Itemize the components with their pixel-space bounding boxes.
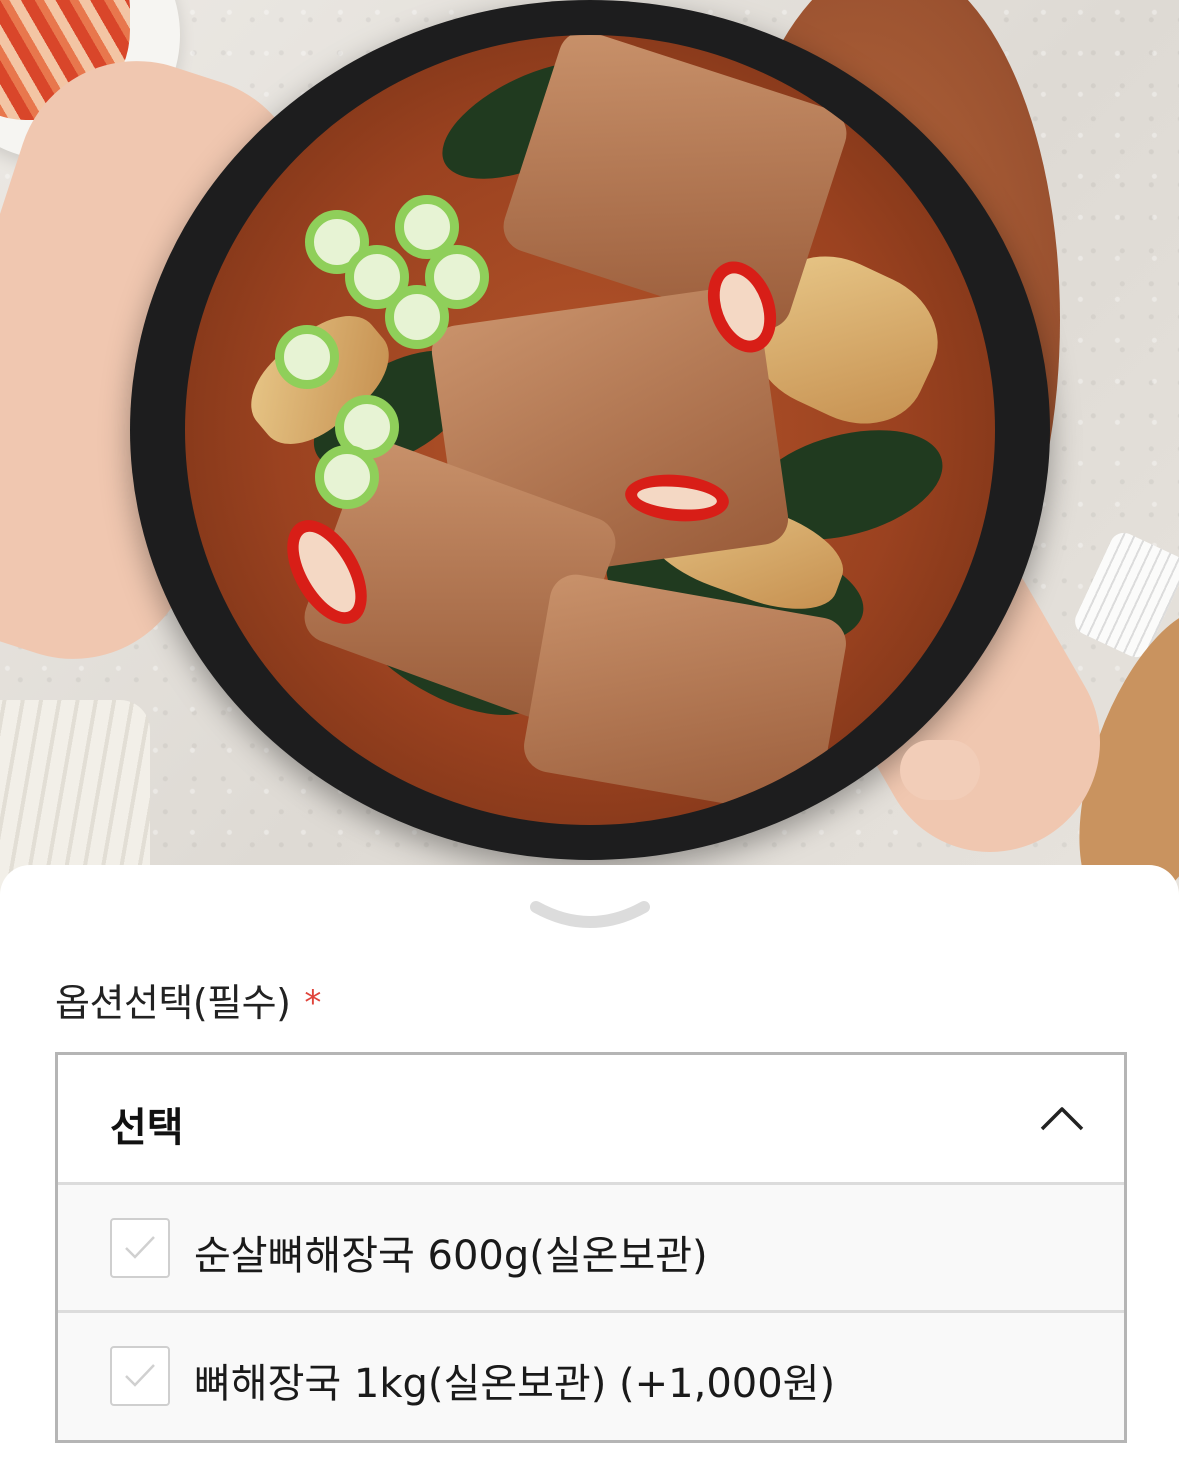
option-checkbox[interactable] [110, 1346, 170, 1406]
option-checkbox[interactable] [110, 1218, 170, 1278]
checkmark-icon [125, 1236, 155, 1259]
product-image [0, 0, 1179, 900]
option-select[interactable]: 선택 순살뼈해장국 600g(실온보관) 뼈해장국 1kg(실온보관) (+1,… [55, 1052, 1127, 1443]
checkmark-icon [125, 1364, 155, 1387]
option-select-header[interactable]: 선택 [58, 1055, 1124, 1185]
sheet-collapse-handle-icon[interactable] [530, 897, 650, 937]
option-item[interactable]: 뼈해장국 1kg(실온보관) (+1,000원) [58, 1313, 1124, 1438]
option-label: 순살뼈해장국 600g(실온보관) [194, 1233, 708, 1279]
option-item[interactable]: 순살뼈해장국 600g(실온보관) [58, 1185, 1124, 1313]
required-mark: * [304, 983, 321, 1023]
option-field-label-text: 옵션선택(필수) [55, 981, 291, 1025]
pork-bone-soup [185, 35, 995, 825]
chevron-up-icon[interactable] [1038, 1101, 1086, 1133]
option-select-value: 선택 [110, 1105, 184, 1151]
option-label: 뼈해장국 1kg(실온보관) (+1,000원) [194, 1361, 836, 1407]
thumb [900, 740, 980, 800]
option-field-label: 옵션선택(필수) * [55, 972, 321, 1027]
